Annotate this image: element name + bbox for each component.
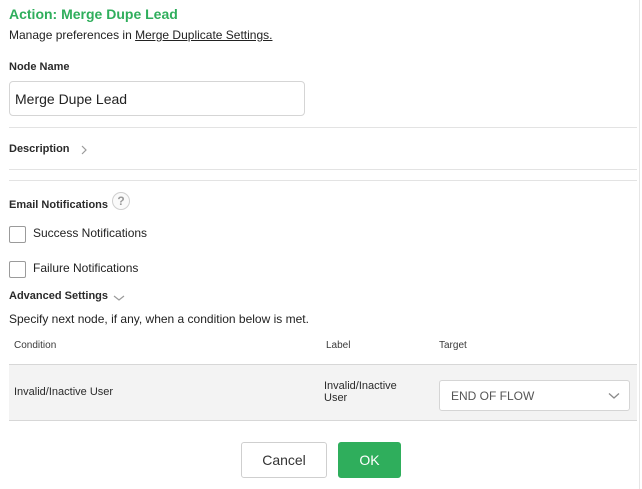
- description-toggle[interactable]: Description: [9, 143, 70, 155]
- merge-duplicate-settings-link[interactable]: Merge Duplicate Settings.: [135, 28, 272, 42]
- advanced-settings-toggle[interactable]: Advanced Settings: [9, 290, 108, 302]
- row-label: Invalid/Inactive User: [324, 380, 397, 404]
- email-notifications-label: Email Notifications: [9, 199, 109, 211]
- question-mark-icon[interactable]: ?: [112, 192, 130, 210]
- node-name-input[interactable]: [9, 81, 305, 116]
- target-select[interactable]: END OF FLOW: [439, 380, 630, 411]
- advanced-settings-instruction: Specify next node, if any, when a condit…: [9, 312, 309, 326]
- divider: [9, 127, 637, 128]
- target-select-value: END OF FLOW: [451, 389, 535, 403]
- chevron-down-icon[interactable]: [113, 294, 125, 302]
- panel-border: [639, 0, 640, 489]
- row-condition: Invalid/Inactive User: [14, 386, 114, 398]
- column-header-label: Label: [326, 340, 351, 351]
- success-notifications-checkbox[interactable]: [9, 226, 26, 243]
- chevron-down-icon: [608, 393, 620, 399]
- chevron-right-icon[interactable]: [79, 144, 89, 156]
- cancel-button[interactable]: Cancel: [241, 442, 327, 478]
- page-title: Action: Merge Dupe Lead: [9, 6, 178, 22]
- merge-dupe-lead-action-panel: Action: Merge Dupe Lead Manage preferenc…: [0, 0, 642, 489]
- column-header-target: Target: [439, 340, 467, 351]
- divider: [9, 169, 637, 170]
- subtitle: Manage preferences in Merge Duplicate Se…: [9, 28, 272, 42]
- failure-notifications-label: Failure Notifications: [33, 261, 139, 275]
- node-name-label: Node Name: [9, 61, 70, 73]
- column-header-condition: Condition: [14, 340, 57, 351]
- subtitle-text: Manage preferences in: [9, 28, 136, 42]
- success-notifications-label: Success Notifications: [33, 226, 148, 240]
- failure-notifications-checkbox[interactable]: [9, 261, 26, 278]
- ok-button[interactable]: OK: [338, 442, 401, 478]
- divider: [9, 180, 637, 181]
